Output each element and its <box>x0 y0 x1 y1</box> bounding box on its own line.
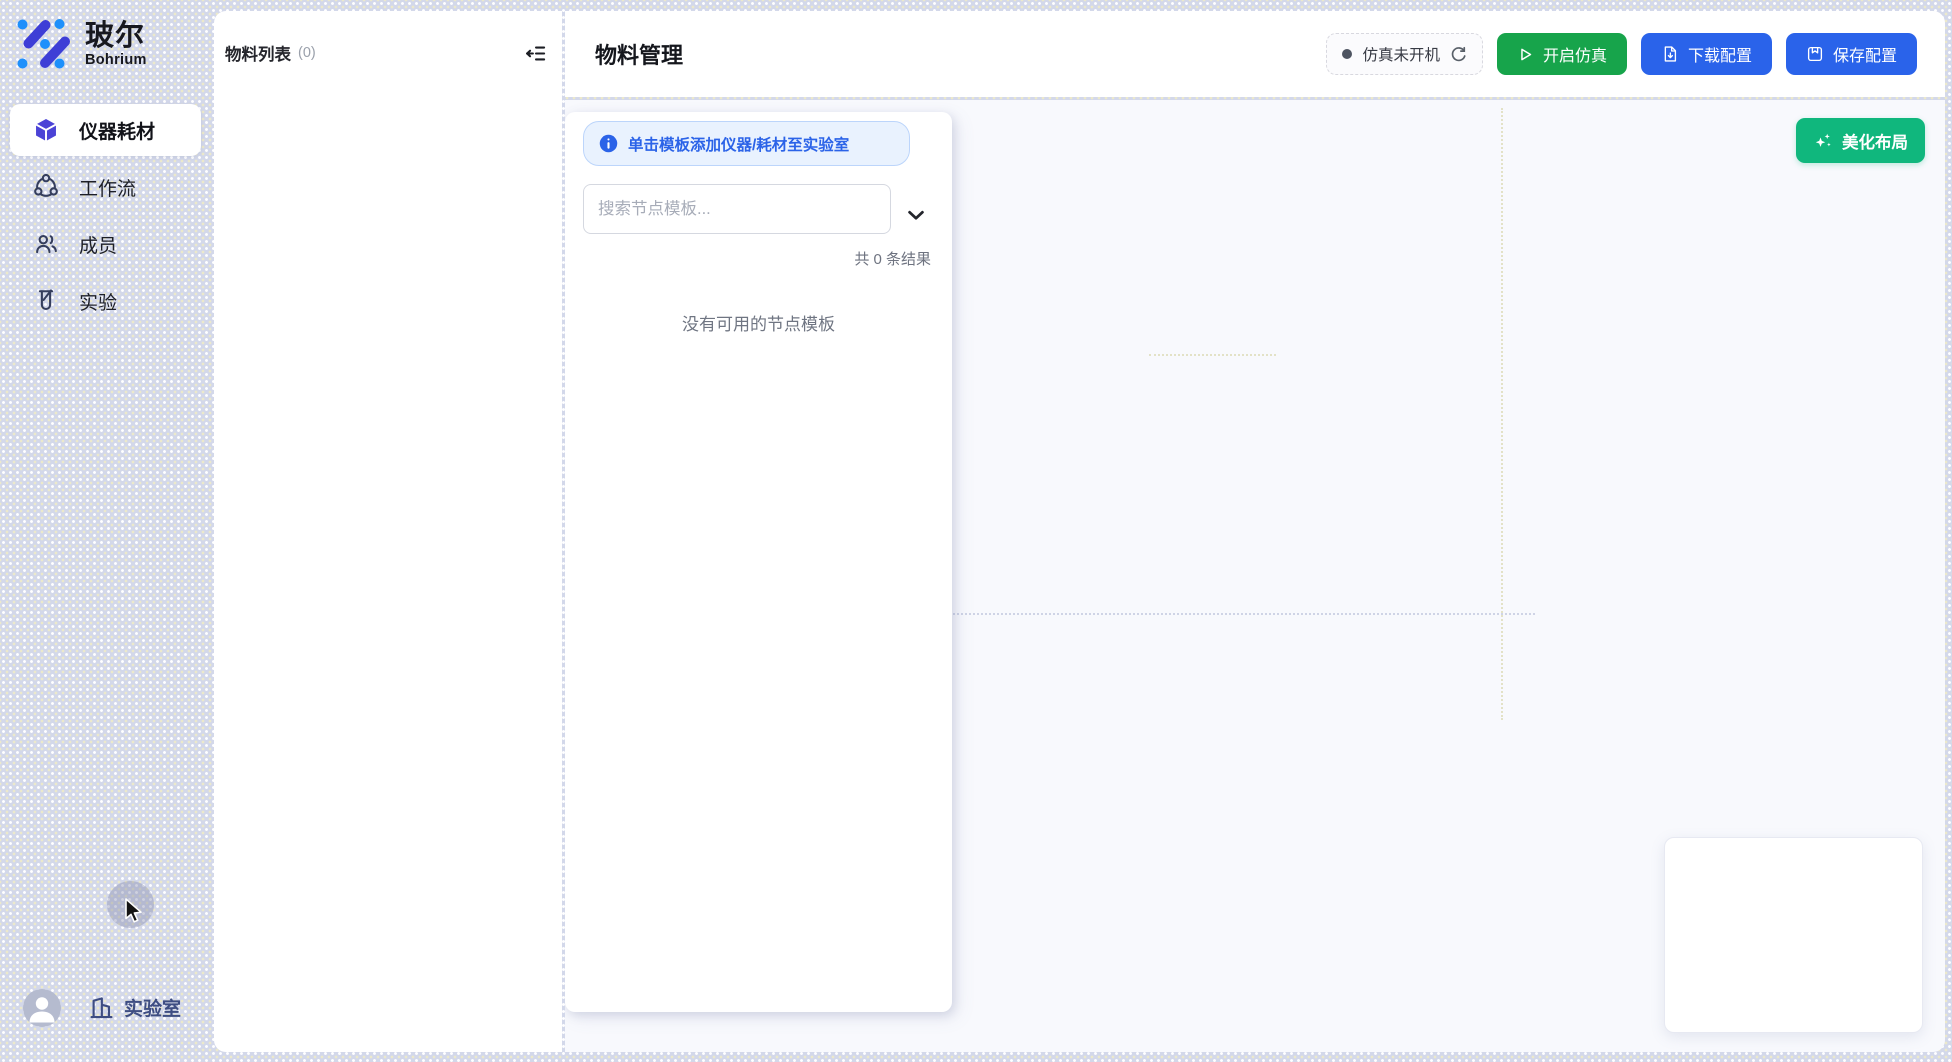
download-config-button[interactable]: 下载配置 <box>1641 33 1772 75</box>
simulation-status-pill[interactable]: 仿真未开机 <box>1326 33 1483 75</box>
save-config-button[interactable]: 保存配置 <box>1786 33 1917 75</box>
building-icon <box>88 994 115 1021</box>
bohrium-lab-app: { "app": { "brand_zh": "玻尔", "brand_en":… <box>0 0 1952 1062</box>
bohrium-logo-icon <box>16 18 74 70</box>
avatar[interactable] <box>23 989 61 1027</box>
material-list-header: 物料列表 (0) <box>214 11 562 95</box>
template-hint-text: 单击模板添加仪器/耗材至实验室 <box>628 133 849 155</box>
empty-template-message: 没有可用的节点模板 <box>565 310 952 335</box>
mouse-cursor <box>122 898 146 925</box>
material-list-panel: 物料列表 (0) <box>214 11 562 1052</box>
save-config-label: 保存配置 <box>1833 42 1897 66</box>
sidebar-item-experiments[interactable]: 实验 <box>10 275 201 327</box>
start-simulation-button[interactable]: 开启仿真 <box>1497 33 1627 75</box>
status-dot-icon <box>1342 49 1352 59</box>
sidebar-footer: 实验室 <box>0 992 214 1062</box>
workflow-icon <box>32 174 59 201</box>
chevron-down-icon[interactable] <box>903 202 929 228</box>
material-list-title: 物料列表 <box>225 41 291 65</box>
members-icon <box>32 231 59 258</box>
material-list-count: (0) <box>298 45 316 61</box>
refresh-icon[interactable] <box>1450 46 1467 63</box>
sidebar-item-label: 工作流 <box>79 174 136 201</box>
sidebar-item-instruments[interactable]: 仪器耗材 <box>10 104 201 156</box>
simulation-status-text: 仿真未开机 <box>1362 43 1440 65</box>
sidebar-item-label: 仪器耗材 <box>79 117 155 144</box>
beautify-layout-button[interactable]: 美化布局 <box>1796 118 1925 163</box>
sidebar-item-label: 成员 <box>79 231 117 258</box>
start-simulation-label: 开启仿真 <box>1543 42 1607 66</box>
beautify-layout-label: 美化布局 <box>1842 129 1908 153</box>
file-download-icon <box>1661 45 1679 63</box>
canvas-guide-line <box>1501 108 1503 720</box>
brand-name-zh: 玻尔 <box>85 21 147 52</box>
sidebar-item-workflow[interactable]: 工作流 <box>10 161 201 213</box>
brand-text: 玻尔 Bohrium <box>85 21 147 68</box>
panel-collapse-icon[interactable] <box>524 42 546 64</box>
sidebar: 玻尔 Bohrium 仪器耗材 工作流 <box>0 0 214 1062</box>
main-header: 物料管理 仿真未开机 开启仿真 下载配置 <box>565 11 1945 97</box>
sparkles-icon <box>1813 131 1833 151</box>
download-config-label: 下载配置 <box>1688 42 1752 66</box>
play-icon <box>1517 46 1534 63</box>
template-search-input[interactable] <box>583 184 891 234</box>
canvas-guide-line <box>1149 354 1276 356</box>
sidebar-item-label: 实验 <box>79 288 117 315</box>
lab-label: 实验室 <box>124 994 181 1021</box>
node-template-panel: 单击模板添加仪器/耗材至实验室 共 0 条结果 没有可用的节点模板 <box>565 112 952 1012</box>
template-hint-banner: 单击模板添加仪器/耗材至实验室 <box>583 121 910 166</box>
sidebar-nav: 仪器耗材 工作流 成员 <box>10 104 201 332</box>
brand-logo: 玻尔 Bohrium <box>16 18 147 70</box>
minimap[interactable] <box>1664 837 1923 1033</box>
page-title: 物料管理 <box>595 38 683 70</box>
info-icon <box>599 134 618 153</box>
header-actions: 仿真未开机 开启仿真 下载配置 保存配置 <box>1326 33 1917 75</box>
canvas-guide-line <box>953 613 1535 615</box>
lab-canvas[interactable]: 单击模板添加仪器/耗材至实验室 共 0 条结果 没有可用的节点模板 美化布局 <box>565 100 1945 1052</box>
experiment-icon <box>32 288 59 315</box>
sidebar-item-members[interactable]: 成员 <box>10 218 201 270</box>
search-result-count: 共 0 条结果 <box>854 248 931 269</box>
lab-switcher[interactable]: 实验室 <box>88 994 181 1021</box>
cube-icon <box>32 117 59 144</box>
save-icon <box>1806 45 1824 63</box>
brand-name-en: Bohrium <box>85 52 147 68</box>
